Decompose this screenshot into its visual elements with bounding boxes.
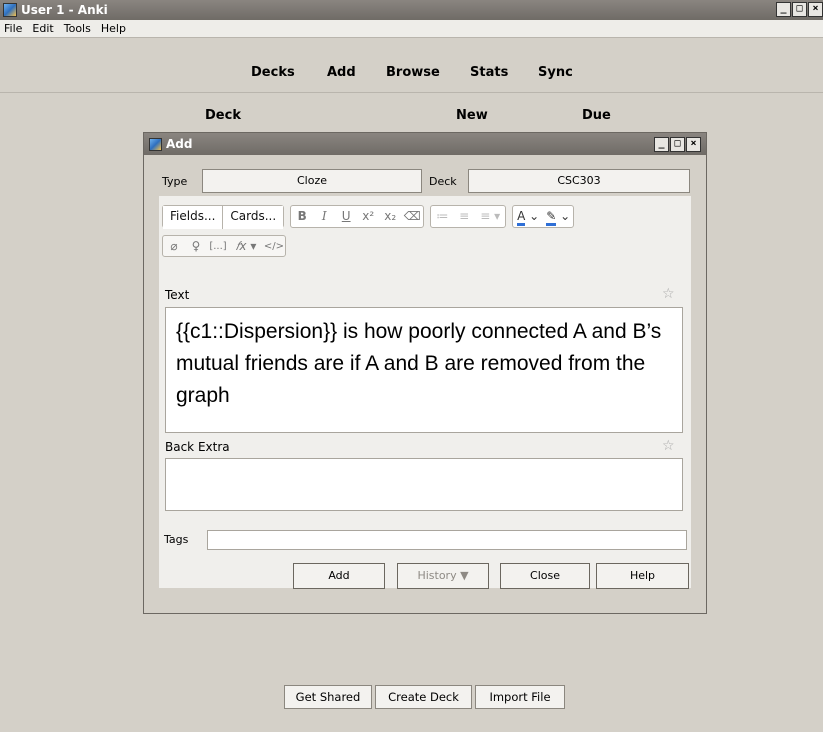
- deck-label: Deck: [429, 175, 457, 188]
- text-style-group: B I U x² x₂ ⌫: [290, 205, 425, 228]
- maximize-button[interactable]: □: [792, 2, 807, 17]
- add-dialog-titlebar: Add _ □ ×: [144, 133, 706, 155]
- align-icon: ≡: [480, 209, 491, 223]
- pin-icon[interactable]: ☆: [662, 438, 675, 454]
- due-column-header: Due: [582, 108, 611, 123]
- cards-button[interactable]: Cards...: [223, 206, 284, 229]
- tags-input[interactable]: [207, 530, 687, 550]
- bullet-list-icon[interactable]: ≔: [431, 206, 453, 227]
- text-color-a: A: [517, 209, 526, 226]
- add-button[interactable]: Add: [293, 563, 385, 589]
- tags-label: Tags: [164, 533, 189, 546]
- color-group: A ⌄ ✎ ⌄: [512, 205, 575, 228]
- align-dropdown-icon[interactable]: ≡ ▾: [475, 206, 505, 227]
- pin-icon[interactable]: ☆: [662, 286, 675, 302]
- highlight-pen: ✎: [546, 209, 557, 226]
- close-dialog-button[interactable]: Close: [500, 563, 590, 589]
- insert-group: ⌀ ♀ [...] 𝑓x ▾ </>: [162, 235, 286, 257]
- italic-icon[interactable]: I: [313, 206, 335, 227]
- back-extra-field[interactable]: [165, 458, 683, 511]
- deck-column-header: Deck: [205, 108, 241, 123]
- get-shared-button[interactable]: Get Shared: [284, 685, 372, 709]
- toolbar-stats[interactable]: Stats: [470, 65, 508, 80]
- minimize-button[interactable]: _: [776, 2, 791, 17]
- close-button[interactable]: ×: [808, 2, 823, 17]
- dialog-window-controls: _ □ ×: [654, 137, 701, 152]
- deck-selector[interactable]: CSC303: [468, 169, 690, 193]
- text-field[interactable]: {{c1::Dispersion}} is how poorly connect…: [165, 307, 683, 433]
- fields-cards-group: Fields... Cards...: [162, 205, 285, 229]
- help-button[interactable]: Help: [596, 563, 689, 589]
- history-button[interactable]: History ▼: [397, 563, 489, 589]
- toolbar-sync[interactable]: Sync: [538, 65, 573, 80]
- toolbar-add[interactable]: Add: [327, 65, 356, 80]
- menu-file[interactable]: File: [4, 22, 22, 35]
- back-extra-field-content[interactable]: [166, 459, 682, 475]
- toolbar-divider: [0, 92, 823, 93]
- fields-button[interactable]: Fields...: [163, 206, 224, 229]
- note-type-selector[interactable]: Cloze: [202, 169, 422, 193]
- main-toolbar: Decks Add Browse Stats Sync: [0, 56, 823, 86]
- format-toolbar: Fields... Cards... B I U x² x₂ ⌫ ≔ ≡ ≡ ▾…: [162, 205, 575, 229]
- dialog-maximize-button[interactable]: □: [670, 137, 685, 152]
- add-dialog: Add _ □ × Type Cloze Deck CSC303 Fields.…: [143, 132, 707, 614]
- bold-icon[interactable]: B: [291, 206, 313, 227]
- new-column-header: New: [456, 108, 488, 123]
- html-editor-icon[interactable]: </>: [263, 236, 285, 257]
- dialog-close-button[interactable]: ×: [686, 137, 701, 152]
- insert-toolbar: ⌀ ♀ [...] 𝑓x ▾ </>: [162, 235, 286, 257]
- eraser-icon[interactable]: ⌫: [401, 206, 423, 227]
- dialog-minimize-button[interactable]: _: [654, 137, 669, 152]
- window-controls: _ □ ×: [776, 2, 823, 17]
- main-titlebar: User 1 - Anki _ □ ×: [0, 0, 823, 20]
- underline-icon[interactable]: U: [335, 206, 357, 227]
- menubar: File Edit Tools Help: [0, 20, 823, 38]
- subscript-icon[interactable]: x₂: [379, 206, 401, 227]
- menu-tools[interactable]: Tools: [64, 22, 91, 35]
- numbered-list-icon[interactable]: ≡: [453, 206, 475, 227]
- import-file-button[interactable]: Import File: [475, 685, 565, 709]
- microphone-icon[interactable]: ♀: [185, 236, 207, 257]
- menu-edit[interactable]: Edit: [32, 22, 53, 35]
- list-group: ≔ ≡ ≡ ▾: [430, 205, 507, 228]
- highlight-icon[interactable]: ✎ ⌄: [543, 206, 573, 227]
- superscript-icon[interactable]: x²: [357, 206, 379, 227]
- field-label-text: Text: [165, 288, 190, 302]
- toolbar-browse[interactable]: Browse: [386, 65, 440, 80]
- menu-help[interactable]: Help: [101, 22, 126, 35]
- window-title: User 1 - Anki: [21, 3, 108, 17]
- text-color-icon[interactable]: A ⌄: [513, 206, 543, 227]
- text-field-content[interactable]: {{c1::Dispersion}} is how poorly connect…: [166, 308, 682, 420]
- field-label-back-extra: Back Extra: [165, 440, 230, 454]
- create-deck-button[interactable]: Create Deck: [375, 685, 472, 709]
- toolbar-decks[interactable]: Decks: [251, 65, 295, 80]
- math-symbol: 𝑓x: [235, 239, 247, 253]
- anki-logo-icon: [149, 137, 162, 151]
- cloze-icon[interactable]: [...]: [207, 236, 229, 257]
- type-label: Type: [162, 175, 188, 188]
- anki-logo-icon: [3, 3, 17, 17]
- attach-icon[interactable]: ⌀: [163, 236, 185, 257]
- math-icon[interactable]: 𝑓x ▾: [229, 236, 263, 257]
- dialog-title: Add: [166, 137, 193, 151]
